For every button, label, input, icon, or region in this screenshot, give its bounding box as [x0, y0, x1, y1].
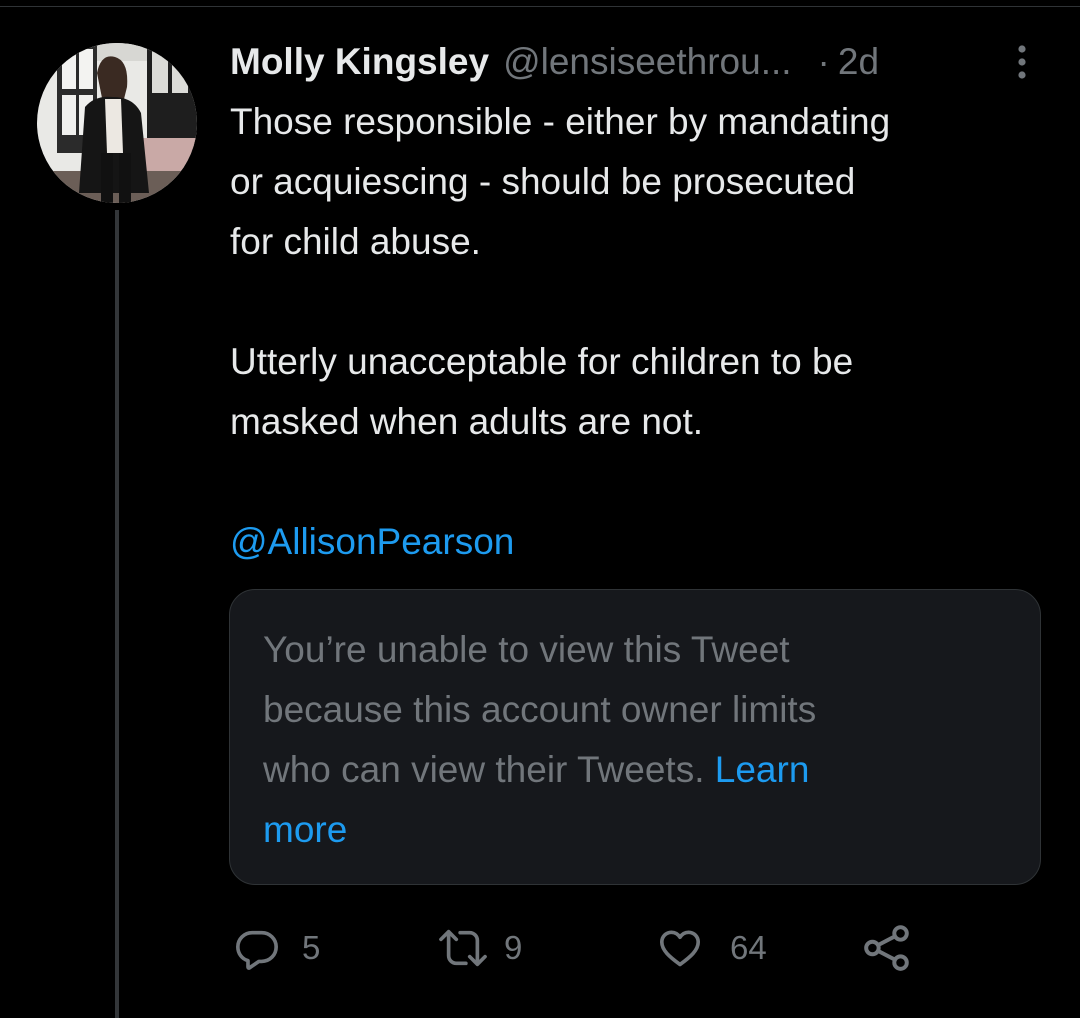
author-name[interactable]: Molly Kingsley	[230, 41, 489, 83]
tweet-text-line: Those responsible - either by mandating	[230, 101, 891, 142]
mention-link[interactable]: @AllisonPearson	[230, 512, 514, 572]
avatar-photo	[37, 43, 197, 203]
like-count: 64	[730, 929, 767, 966]
reply-button[interactable]: 5	[234, 920, 320, 976]
tweet-text-line: or acquiescing - should be prosecuted	[230, 161, 856, 202]
retweet-count: 9	[504, 929, 523, 966]
author-handle[interactable]: @lensiseethrou...	[503, 41, 791, 83]
share-icon	[864, 925, 909, 971]
separator-dot: ·	[817, 41, 830, 82]
heart-icon	[659, 930, 701, 967]
unavailable-message: You’re unable to view this Tweet because…	[263, 620, 983, 860]
more-vertical-icon[interactable]	[1010, 42, 1034, 82]
top-divider	[0, 6, 1080, 7]
like-button[interactable]: 64	[656, 920, 767, 976]
learn-more-link[interactable]: Learn	[715, 749, 810, 790]
avatar[interactable]	[37, 43, 197, 203]
thread-line	[115, 210, 119, 1018]
tweet-actions: 5 9 64	[234, 920, 1054, 976]
quoted-tweet-unavailable[interactable]: You’re unable to view this Tweet because…	[229, 589, 1041, 885]
reply-count: 5	[302, 929, 321, 966]
tweet-text-line: masked when adults are not.	[230, 401, 704, 442]
tweet-header: Molly Kingsley @lensiseethrou... · 2d	[230, 38, 1050, 86]
retweet-icon	[439, 929, 487, 967]
reply-icon	[236, 930, 278, 970]
share-button[interactable]	[862, 920, 912, 976]
unavailable-message-text: who can view their Tweets.	[263, 749, 715, 790]
unavailable-message-line: because this account owner limits	[263, 689, 817, 730]
tweet-text: Those responsible - either by mandating …	[230, 92, 1050, 452]
tweet-timestamp[interactable]: 2d	[838, 41, 879, 83]
unavailable-message-line: who can view their Tweets. Learn	[263, 740, 983, 800]
learn-more-link-cont[interactable]: more	[263, 800, 983, 860]
tweet-text-line: Utterly unacceptable for children to be	[230, 341, 854, 382]
unavailable-message-line: You’re unable to view this Tweet	[263, 629, 790, 670]
retweet-button[interactable]: 9	[438, 920, 522, 976]
tweet-text-line: for child abuse.	[230, 221, 481, 262]
